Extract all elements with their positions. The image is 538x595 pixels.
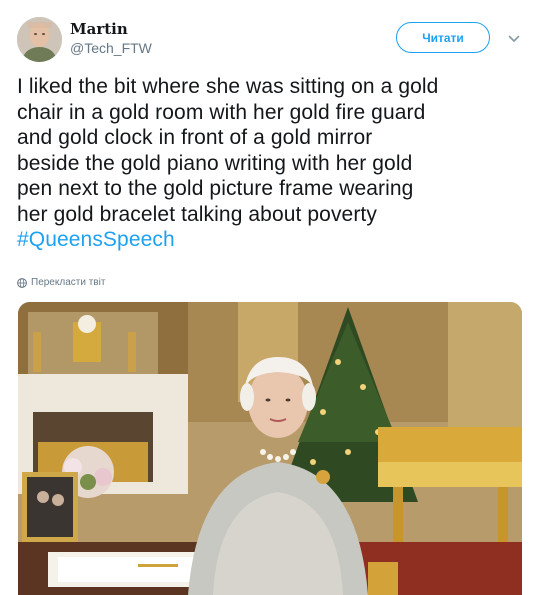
display-name[interactable]: Martin bbox=[70, 20, 152, 38]
translate-label: Перекласти твіт bbox=[31, 277, 106, 288]
tweet-card: Martin @Tech_FTW Читати I liked the bit … bbox=[0, 0, 538, 595]
tweet-text-line: beside the gold piano writing with her g… bbox=[17, 151, 413, 175]
tweet-text-line: pen next to the gold picture frame weari… bbox=[17, 177, 414, 200]
tweet-text-line: and gold clock in front of a gold mirror bbox=[17, 126, 373, 149]
chevron-down-icon[interactable] bbox=[507, 32, 521, 46]
user-handle[interactable]: @Tech_FTW bbox=[70, 39, 152, 57]
tweet-text-line: chair in a gold room with her gold fire … bbox=[17, 100, 426, 124]
hashtag-link[interactable]: #QueensSpeech bbox=[17, 228, 175, 251]
tweet-photo[interactable] bbox=[18, 302, 522, 595]
tweet-text-line: I liked the bit where she was sitting on… bbox=[17, 75, 439, 98]
globe-icon bbox=[17, 277, 27, 288]
tweet-text-line: her gold bracelet talking about poverty bbox=[17, 202, 377, 226]
avatar[interactable] bbox=[17, 17, 62, 62]
translate-tweet-link[interactable]: Перекласти твіт bbox=[17, 277, 105, 288]
tweet-text: I liked the bit where she was sitting on… bbox=[17, 74, 517, 253]
user-info: Martin @Tech_FTW bbox=[70, 20, 152, 57]
follow-button[interactable]: Читати bbox=[396, 22, 490, 53]
